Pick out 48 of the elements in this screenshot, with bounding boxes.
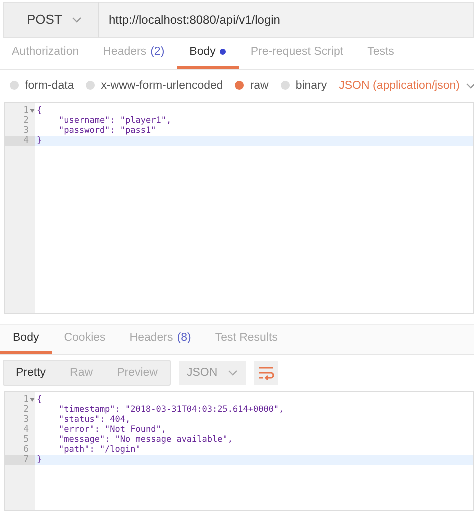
radio-icon[interactable] bbox=[280, 81, 290, 90]
response-tab[interactable]: Headers (8) bbox=[118, 324, 204, 354]
code-line: "message": "No message available", bbox=[58, 434, 234, 445]
line-number: 1 bbox=[5, 394, 35, 405]
code-line: "password": "pass1" bbox=[58, 126, 158, 136]
view-mode-button[interactable]: Pretty bbox=[4, 360, 58, 385]
request-tab[interactable]: Headers (2) bbox=[91, 38, 177, 70]
fold-icon[interactable] bbox=[30, 398, 35, 402]
code-line: { bbox=[36, 106, 44, 116]
body-type-radio[interactable]: raw bbox=[235, 80, 269, 92]
code-line: "path": "/login" bbox=[58, 444, 142, 455]
radio-label: form-data bbox=[25, 80, 74, 92]
caret-icon bbox=[228, 370, 238, 376]
url-field[interactable]: http://localhost:8080/api/v1/login bbox=[99, 2, 474, 38]
radio-icon[interactable] bbox=[10, 81, 19, 90]
wrap-lines-icon bbox=[258, 366, 274, 380]
code-line: { bbox=[36, 394, 44, 405]
fold-icon[interactable] bbox=[30, 108, 35, 113]
line-number: 3 bbox=[22, 126, 30, 136]
line-number: 4 bbox=[22, 424, 30, 435]
line-number: 2 bbox=[22, 404, 30, 415]
code-editor[interactable]: 1 2 3 4 { "username": "player1", "password": "pass1" } bbox=[4, 102, 474, 314]
wrap-lines-button[interactable] bbox=[254, 360, 278, 385]
radio-label: binary bbox=[296, 80, 328, 92]
code-line: "status": 404, bbox=[58, 414, 132, 425]
method-dropdown[interactable]: POST bbox=[3, 2, 99, 38]
request-tab[interactable]: Body bbox=[176, 38, 239, 70]
radio-icon[interactable] bbox=[235, 81, 244, 90]
line-number: 3 bbox=[22, 414, 30, 425]
code-line: "error": "Not Found", bbox=[58, 424, 168, 435]
caret-icon bbox=[466, 82, 474, 89]
line-number: 2 bbox=[22, 116, 30, 126]
response-tab[interactable]: Body bbox=[0, 324, 52, 354]
line-number: 6 bbox=[22, 444, 30, 455]
code-line: "timestamp": "2018-03-31T04:03:25.614+0000", bbox=[58, 404, 286, 415]
code-line: "username": "player1", bbox=[58, 116, 173, 126]
radio-label: raw bbox=[250, 80, 269, 92]
body-type-radio[interactable]: binary bbox=[280, 80, 328, 92]
count-label: (8) bbox=[177, 332, 192, 344]
line-number: 4 bbox=[5, 136, 35, 146]
code-editor[interactable]: 1 2 3 4 5 6 7 { "timestamp": "2018-03-31T04:03:25.614+0000", "status": 404, "error": "Not Found", "message": "No message available", "path": "/login" } bbox=[4, 390, 474, 511]
line-number: 1 bbox=[5, 106, 35, 116]
caret-icon bbox=[72, 16, 82, 23]
count-label: (2) bbox=[150, 46, 165, 58]
body-type-radio[interactable]: form-data bbox=[10, 80, 74, 92]
line-number: 7 bbox=[5, 454, 35, 465]
line-number: 5 bbox=[22, 434, 30, 445]
radio-icon[interactable] bbox=[86, 81, 96, 90]
